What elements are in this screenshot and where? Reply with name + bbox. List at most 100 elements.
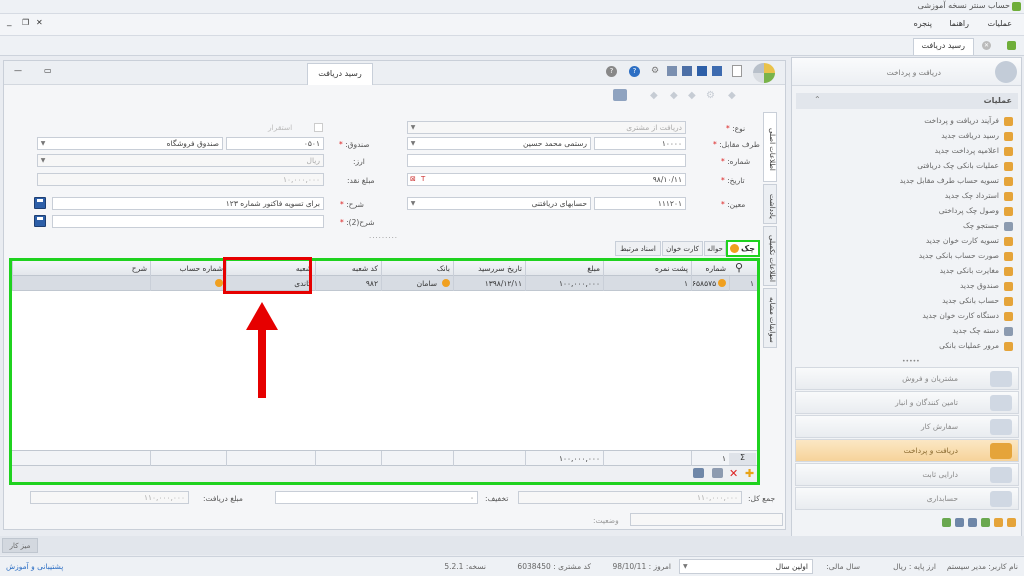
col-desc[interactable]: شرح — [12, 261, 150, 276]
nav-item[interactable]: مغایرت بانکی جدید — [940, 263, 1013, 278]
panel-icon-2[interactable] — [994, 518, 1003, 527]
support-link[interactable]: پشتیبانی و آموزش — [6, 562, 63, 571]
panel-icon-6[interactable] — [942, 518, 951, 527]
nav-item[interactable]: دستگاه کارت خوان جدید — [922, 308, 1013, 323]
info-icon[interactable]: ? — [629, 66, 640, 77]
nav-first-icon[interactable]: ◆ — [650, 90, 658, 101]
doc-tab-close-icon[interactable]: ✕ — [982, 41, 991, 50]
splitter-handle[interactable]: ········· — [369, 234, 398, 242]
grid-tab-cheque[interactable]: چک — [726, 240, 760, 257]
nav-item[interactable]: اعلامیه پرداخت جدید — [935, 143, 1013, 158]
panel-icon-4[interactable] — [968, 518, 977, 527]
nav-item[interactable]: حساب بانکی جدید — [942, 293, 1013, 308]
form-restore-button[interactable]: ▭ — [44, 66, 52, 75]
grid-tab-card-reader[interactable]: کارت خوان — [662, 241, 703, 256]
nav-item[interactable]: دسته چک جدید — [952, 323, 1013, 338]
tab-note[interactable]: یادداشت — [763, 184, 777, 224]
moein-code-field[interactable]: ۱۱۱۲۰۱ — [594, 197, 686, 210]
settings-icon[interactable]: ⚙ — [651, 66, 659, 76]
grid-tab-related-docs[interactable]: اسناد مرتبط — [615, 241, 661, 256]
close-button[interactable]: ✕ — [36, 18, 43, 27]
date-field[interactable]: ۹۸/۱۰/۱۱ ⊠ T — [407, 173, 686, 186]
ops-header[interactable]: عملیات ⌃ — [796, 93, 1018, 109]
nav-item[interactable]: رسید دریافت جدید — [941, 128, 1013, 143]
nav-item[interactable]: صندوق جدید — [960, 278, 1013, 293]
nav-item[interactable]: استرداد چک جدید — [945, 188, 1013, 203]
col-due-date[interactable]: تاریخ سررسید — [453, 261, 525, 276]
fiscal-year-select[interactable]: اولین سال ▼ — [679, 559, 813, 574]
party-name-select[interactable]: رستمی محمد حسین ▼ — [407, 137, 591, 150]
desc-save-icon[interactable] — [34, 197, 46, 209]
nav-item[interactable]: وصول چک پرداختی — [939, 203, 1013, 218]
menu-window[interactable]: پنجره — [914, 19, 932, 28]
section-work-order[interactable]: سفارش کار — [795, 415, 1019, 438]
fund-name-select[interactable]: صندوق فروشگاه ▼ — [37, 137, 223, 150]
section-fixed-assets[interactable]: دارایی ثابت — [795, 463, 1019, 486]
desc-field[interactable]: برای تسویه فاکتور شماره ۱۲۳ — [52, 197, 324, 210]
taskbar-desk-button[interactable]: میز کار — [2, 538, 38, 553]
col-bank[interactable]: بانک — [381, 261, 453, 276]
section-receive-pay[interactable]: دریافت و پرداخت — [795, 439, 1019, 462]
desc2-field[interactable] — [52, 215, 324, 228]
panel-splitter[interactable]: ••••• — [902, 358, 920, 365]
nav-item[interactable]: تسویه حساب طرف مقابل جدید — [900, 173, 1013, 188]
cash-field[interactable]: ۱۰,۰۰۰,۰۰۰ — [37, 173, 324, 186]
doc-tab-receipt[interactable]: رسید دریافت — [912, 38, 974, 55]
add-row-icon[interactable]: ✚ — [745, 467, 754, 480]
save-as-icon[interactable] — [682, 66, 692, 76]
nav-item[interactable]: عملیات بانکی چک دریافتی — [917, 158, 1013, 173]
nav-item[interactable]: مرور عملیات بانکی — [939, 338, 1013, 353]
minimize-button[interactable]: _ — [7, 17, 12, 27]
save-close-icon[interactable] — [712, 66, 722, 76]
discount-field[interactable]: ۰ — [275, 491, 478, 504]
number-field[interactable] — [407, 154, 686, 167]
collapse-icon[interactable]: ⌃ — [814, 95, 821, 104]
grid-settings-icon[interactable] — [693, 468, 704, 478]
grid-search-icon[interactable]: ⚲ — [735, 261, 743, 274]
col-number[interactable]: شماره — [691, 261, 729, 276]
moein-name-select[interactable]: حسابهای دریافتنی ▼ — [407, 197, 591, 210]
istiqrar-checkbox[interactable] — [314, 123, 323, 132]
fund-code-field[interactable]: ۰۵۰۱ — [226, 137, 324, 150]
nav-prev-icon[interactable]: ◆ — [670, 90, 678, 101]
delete-row-icon[interactable]: ✕ — [729, 467, 738, 480]
save-icon[interactable] — [697, 66, 707, 76]
printer-icon[interactable] — [613, 89, 627, 101]
col-branch-code[interactable]: کد شعبه — [315, 261, 381, 276]
calendar-icon[interactable]: ⊠ — [410, 175, 416, 183]
nav-item[interactable]: صورت حساب بانکی جدید — [919, 248, 1013, 263]
form-minimize-button[interactable]: — — [14, 66, 22, 75]
section-suppliers[interactable]: تامین کنندگان و انبار — [795, 391, 1019, 414]
restore-button[interactable]: ❐ — [22, 18, 29, 27]
help-icon[interactable]: ? — [606, 66, 617, 77]
panel-icon-5[interactable] — [955, 518, 964, 527]
nav-item[interactable]: جستجو چک — [963, 218, 1013, 233]
tab-extra-info[interactable]: اطلاعات تکمیلی — [763, 226, 777, 286]
edit-row-icon[interactable] — [712, 468, 723, 478]
col-back[interactable]: پشت نمره — [603, 261, 691, 276]
type-select[interactable]: دریافت از مشتری ▼ — [407, 121, 686, 134]
nav-item[interactable]: تسویه کارت خوان جدید — [926, 233, 1013, 248]
col-amount[interactable]: مبلغ — [525, 261, 603, 276]
party-code-field[interactable]: ۱۰۰۰۰ — [594, 137, 686, 150]
print-icon[interactable] — [667, 66, 677, 76]
tab-main-info[interactable]: اطلاعات اصلی — [763, 112, 777, 182]
currency-select[interactable]: ریال ▼ — [37, 154, 324, 167]
panel-icon-1[interactable] — [1007, 518, 1016, 527]
section-accounting[interactable]: حسابداری — [795, 487, 1019, 510]
new-document-icon[interactable] — [732, 65, 742, 77]
grid-tab-transfer[interactable]: حواله — [704, 241, 726, 256]
nav-item[interactable]: فرآیند دریافت و پرداخت — [924, 113, 1013, 128]
menu-help[interactable]: راهنما — [949, 19, 969, 28]
nav-next-icon[interactable]: ◆ — [688, 90, 696, 101]
today-icon[interactable]: T — [421, 175, 425, 183]
menu-operations[interactable]: عملیات — [988, 19, 1012, 28]
col-account[interactable]: شماره حساب — [150, 261, 226, 276]
panel-icon-3[interactable] — [981, 518, 990, 527]
desc2-save-icon[interactable] — [34, 215, 46, 227]
tab-similar-history[interactable]: سوابقات مشابه — [763, 288, 777, 348]
section-customers[interactable]: مشتریان و فروش — [795, 367, 1019, 390]
refresh-icon[interactable]: ⚙ — [706, 90, 715, 101]
nav-last-icon[interactable]: ◆ — [728, 90, 736, 101]
table-row[interactable]: ۱ ۶۵۸۵۷۵ ۱ ۱۰۰,۰۰۰,۰۰۰ ۱۳۹۸/۱۲/۱۱ سامان … — [12, 276, 757, 291]
